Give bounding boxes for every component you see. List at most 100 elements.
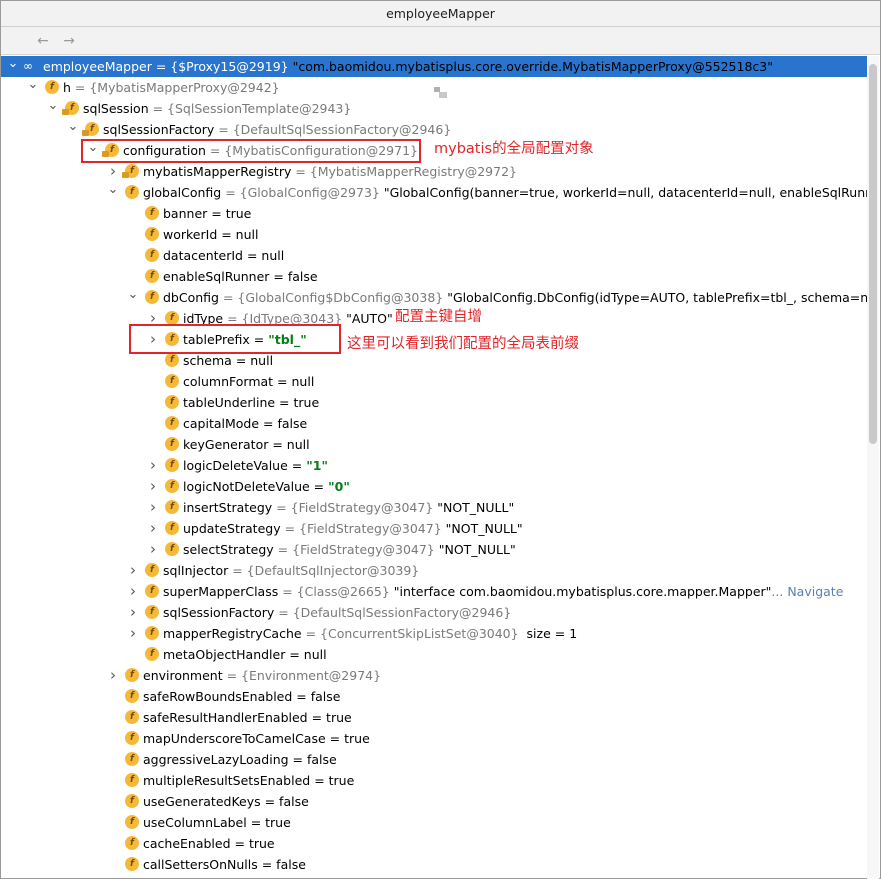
variable-value: "NOT_NULL" bbox=[437, 500, 515, 515]
tree-row[interactable]: f datacenterId = null bbox=[1, 245, 868, 266]
tree-row[interactable]: ⌄ f h = {MybatisMapperProxy@2942} bbox=[1, 77, 868, 98]
field-icon: f bbox=[125, 857, 139, 871]
arrow-right-icon[interactable]: → bbox=[59, 31, 79, 51]
tree-row[interactable]: ⌄ f sqlSession = {SqlSessionTemplate@2943} bbox=[1, 98, 868, 119]
field-icon: f bbox=[125, 668, 139, 682]
chevron-right-icon[interactable]: › bbox=[107, 161, 119, 182]
chevron-right-icon[interactable]: › bbox=[127, 623, 139, 644]
lock-icon bbox=[122, 172, 129, 178]
variable-value: "GlobalConfig(banner=true, workerId=null… bbox=[383, 185, 868, 200]
private-field-icon: f bbox=[62, 101, 79, 115]
tree-row[interactable]: f capitalMode = false bbox=[1, 413, 868, 434]
chevron-right-icon[interactable]: › bbox=[147, 518, 159, 539]
tree-row[interactable]: f tableUnderline = true bbox=[1, 392, 868, 413]
object-reference: = {GlobalConfig@2973} bbox=[221, 185, 384, 200]
tree-row[interactable]: f cacheEnabled = true bbox=[1, 833, 868, 854]
field-icon: f bbox=[165, 311, 179, 325]
tree-row[interactable]: f keyGenerator = null bbox=[1, 434, 868, 455]
field-icon: f bbox=[125, 752, 139, 766]
variable-value: = false bbox=[288, 752, 337, 767]
chevron-right-icon[interactable]: › bbox=[147, 476, 159, 497]
variable-value: "com.baomidou.mybatisplus.core.override.… bbox=[292, 59, 773, 74]
variable-value: = bbox=[287, 458, 307, 473]
row-text: h = {MybatisMapperProxy@2942} bbox=[63, 77, 280, 98]
tree-row[interactable]: › f mapperRegistryCache = {ConcurrentSkipL… bbox=[1, 623, 868, 644]
tree-row[interactable]: f safeRowBoundsEnabled = false bbox=[1, 686, 868, 707]
variable-name: safeRowBoundsEnabled bbox=[143, 689, 293, 704]
arrow-left-icon[interactable]: ← bbox=[33, 31, 53, 51]
tree-row[interactable]: › f sqlInjector = {DefaultSqlInjector@3039… bbox=[1, 560, 868, 581]
chevron-right-icon[interactable]: › bbox=[127, 560, 139, 581]
tree-row[interactable]: › f selectStrategy = {FieldStrategy@3047} … bbox=[1, 539, 868, 560]
tree-row[interactable]: › f insertStrategy = {FieldStrategy@3047} … bbox=[1, 497, 868, 518]
object-reference: = {FieldStrategy@3047} bbox=[272, 500, 438, 515]
variable-value: = false bbox=[260, 794, 309, 809]
scrollbar-thumb[interactable] bbox=[869, 64, 877, 444]
tree-row[interactable]: › f sqlSessionFactory = {DefaultSqlSession… bbox=[1, 602, 868, 623]
chevron-down-icon[interactable]: ⌄ bbox=[7, 56, 19, 77]
tree-row[interactable]: ⌄ f globalConfig = {GlobalConfig@2973} "Gl… bbox=[1, 182, 868, 203]
tree-row[interactable]: › f updateStrategy = {FieldStrategy@3047} … bbox=[1, 518, 868, 539]
variable-value: = false bbox=[259, 416, 308, 431]
row-text: useColumnLabel = true bbox=[143, 812, 291, 833]
variable-name: sqlSessionFactory bbox=[163, 605, 275, 620]
toolbar: ← → bbox=[1, 27, 880, 98]
chevron-right-icon[interactable]: › bbox=[127, 602, 139, 623]
tree-row[interactable]: f callSettersOnNulls = false bbox=[1, 854, 868, 875]
row-text: mapUnderscoreToCamelCase = true bbox=[143, 728, 370, 749]
object-reference: = {FieldStrategy@3047} bbox=[273, 542, 439, 557]
tree-row[interactable]: › f logicDeleteValue = "1" bbox=[1, 455, 868, 476]
lock-icon bbox=[62, 109, 69, 115]
chevron-down-icon[interactable]: ⌄ bbox=[127, 287, 139, 308]
chevron-right-icon[interactable]: › bbox=[147, 539, 159, 560]
variable-name: superMapperClass bbox=[163, 584, 279, 599]
chevron-right-icon[interactable]: › bbox=[147, 455, 159, 476]
tree-row[interactable]: f multipleResultSetsEnabled = true bbox=[1, 770, 868, 791]
field-icon: f bbox=[165, 395, 179, 409]
tree-row[interactable]: f columnFormat = null bbox=[1, 371, 868, 392]
variable-name: workerId bbox=[163, 227, 218, 242]
tree-row[interactable]: f mapUnderscoreToCamelCase = true bbox=[1, 728, 868, 749]
field-icon: f bbox=[145, 227, 159, 241]
tree-row[interactable]: ⌄ ∞ employeeMapper = {$Proxy15@2919} "com.… bbox=[1, 56, 868, 77]
tree-row[interactable]: f workerId = null bbox=[1, 224, 868, 245]
tree-row[interactable]: f banner = true bbox=[1, 203, 868, 224]
variable-name: employeeMapper bbox=[43, 59, 152, 74]
chevron-right-icon[interactable]: › bbox=[147, 497, 159, 518]
variable-name: safeResultHandlerEnabled bbox=[143, 710, 308, 725]
tree-row[interactable]: › f mybatisMapperRegistry = {MybatisMapper… bbox=[1, 161, 868, 182]
variable-name: mybatisMapperRegistry bbox=[143, 164, 292, 179]
variable-value: = null bbox=[273, 374, 315, 389]
object-reference: = {MybatisMapperRegistry@2972} bbox=[291, 164, 517, 179]
variable-name: logicDeleteValue bbox=[183, 458, 288, 473]
tree-row[interactable]: f useColumnLabel = true bbox=[1, 812, 868, 833]
chevron-down-icon[interactable]: ⌄ bbox=[67, 119, 79, 140]
tree-row[interactable]: f safeResultHandlerEnabled = true bbox=[1, 707, 868, 728]
tree-row[interactable]: › f environment = {Environment@2974} bbox=[1, 665, 868, 686]
chevron-down-icon[interactable]: ⌄ bbox=[107, 182, 119, 203]
tree-row[interactable]: › f superMapperClass = {Class@2665} "inter… bbox=[1, 581, 868, 602]
view-link[interactable]: ... Navigate bbox=[771, 584, 843, 599]
variable-name: sqlSession bbox=[83, 101, 149, 116]
vertical-scrollbar[interactable] bbox=[867, 56, 879, 879]
chevron-right-icon[interactable]: › bbox=[107, 665, 119, 686]
chevron-down-icon[interactable]: ⌄ bbox=[47, 98, 59, 119]
variable-value: = bbox=[309, 479, 329, 494]
tree-row[interactable]: f metaObjectHandler = null bbox=[1, 644, 868, 665]
tree-row[interactable]: f aggressiveLazyLoading = false bbox=[1, 749, 868, 770]
variable-value: = false bbox=[257, 857, 306, 872]
tree-row[interactable]: › f logicNotDeleteValue = "0" bbox=[1, 476, 868, 497]
field-icon: f bbox=[145, 605, 159, 619]
tree-row[interactable]: f useGeneratedKeys = false bbox=[1, 791, 868, 812]
tree-row[interactable]: f enableSqlRunner = false bbox=[1, 266, 868, 287]
chevron-right-icon[interactable]: › bbox=[127, 581, 139, 602]
variable-value: = null bbox=[217, 227, 259, 242]
row-text: sqlSession = {SqlSessionTemplate@2943} bbox=[83, 98, 351, 119]
field-icon: f bbox=[165, 437, 179, 451]
field-icon: f bbox=[165, 374, 179, 388]
chevron-down-icon[interactable]: ⌄ bbox=[27, 77, 39, 98]
row-text: sqlSessionFactory = {DefaultSqlSessionFa… bbox=[163, 602, 511, 623]
field-icon: f bbox=[125, 689, 139, 703]
variable-value: = true bbox=[246, 815, 291, 830]
string-literal: "0" bbox=[328, 479, 350, 494]
